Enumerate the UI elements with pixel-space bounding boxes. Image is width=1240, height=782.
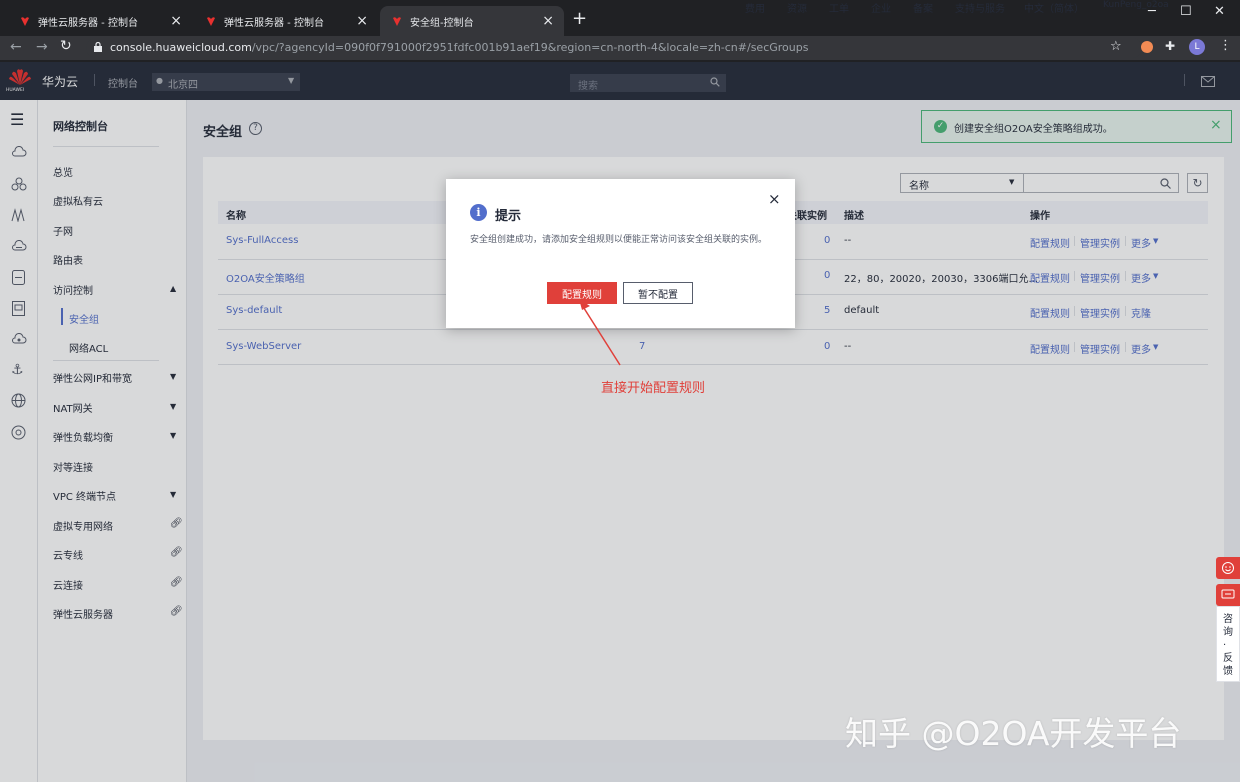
tab-label: 弹性云服务器 - 控制台 bbox=[224, 17, 324, 29]
huawei-favicon-icon bbox=[18, 14, 32, 28]
topbar-link-icp[interactable]: 备案 bbox=[913, 0, 933, 15]
close-tab-icon[interactable]: × bbox=[356, 13, 368, 29]
tab-label: 弹性云服务器 - 控制台 bbox=[38, 17, 138, 29]
skip-configure-button[interactable]: 暂不配置 bbox=[623, 282, 693, 304]
extensions-puzzle-icon[interactable]: ✚ bbox=[1165, 39, 1175, 53]
topbar-link-tickets[interactable]: 工单 bbox=[829, 0, 849, 15]
modal-overlay bbox=[0, 62, 1240, 782]
watermark: 知乎 @O2OA开发平台 bbox=[845, 714, 1182, 753]
lock-icon bbox=[94, 42, 102, 52]
username-menu[interactable]: KunPeng_o2oa bbox=[1103, 0, 1169, 10]
forward-icon[interactable]: → bbox=[36, 39, 48, 55]
huawei-favicon-icon bbox=[390, 14, 404, 28]
browser-tab[interactable]: 弹性云服务器 - 控制台 × bbox=[8, 6, 192, 36]
bookmark-star-icon[interactable]: ☆ bbox=[1110, 39, 1122, 54]
huawei-favicon-icon bbox=[204, 14, 218, 28]
reload-icon[interactable]: ↻ bbox=[60, 38, 72, 54]
annotation-text: 直接开始配置规则 bbox=[601, 381, 706, 396]
browser-menu-icon[interactable]: ⋮ bbox=[1219, 38, 1232, 53]
tab-label: 安全组-控制台 bbox=[410, 17, 474, 29]
annotation-arrow bbox=[579, 299, 621, 366]
profile-avatar[interactable]: L bbox=[1189, 39, 1205, 55]
back-icon[interactable]: ← bbox=[10, 39, 22, 55]
topbar-link-enterprise[interactable]: 企业 bbox=[871, 0, 891, 15]
maximize-icon[interactable]: ☐ bbox=[1180, 4, 1192, 19]
feedback-tab[interactable]: 咨询·反馈 bbox=[1216, 606, 1240, 682]
topbar-link-support[interactable]: 支持与服务 bbox=[955, 0, 1005, 15]
topbar-link-fees[interactable]: 费用 bbox=[745, 0, 765, 15]
language-switch[interactable]: 中文（简体） bbox=[1024, 0, 1084, 15]
browser-tab-active[interactable]: 安全组-控制台 × bbox=[380, 6, 564, 36]
info-icon: i bbox=[470, 204, 487, 221]
feedback-label: 咨询·反馈 bbox=[1223, 614, 1233, 677]
topbar-link-resources[interactable]: 资源 bbox=[787, 0, 807, 15]
chat-icon[interactable] bbox=[1216, 584, 1240, 606]
dialog-title: 提示 bbox=[495, 209, 522, 224]
close-tab-icon[interactable]: × bbox=[542, 13, 554, 29]
dialog-message: 安全组创建成功，请添加安全组规则以便能正常访问该安全组关联的实例。 bbox=[470, 235, 768, 245]
close-window-icon[interactable]: ✕ bbox=[1214, 4, 1225, 19]
browser-tab[interactable]: 弹性云服务器 - 控制台 × bbox=[194, 6, 378, 36]
new-tab-button[interactable]: + bbox=[572, 8, 587, 29]
dialog-close-icon[interactable]: × bbox=[768, 190, 781, 208]
close-tab-icon[interactable]: × bbox=[170, 13, 182, 29]
extension-icon[interactable] bbox=[1141, 41, 1153, 53]
smile-service-button[interactable] bbox=[1216, 557, 1240, 579]
url-text: console.huaweicloud.com/vpc/?agencyId=09… bbox=[110, 41, 809, 54]
